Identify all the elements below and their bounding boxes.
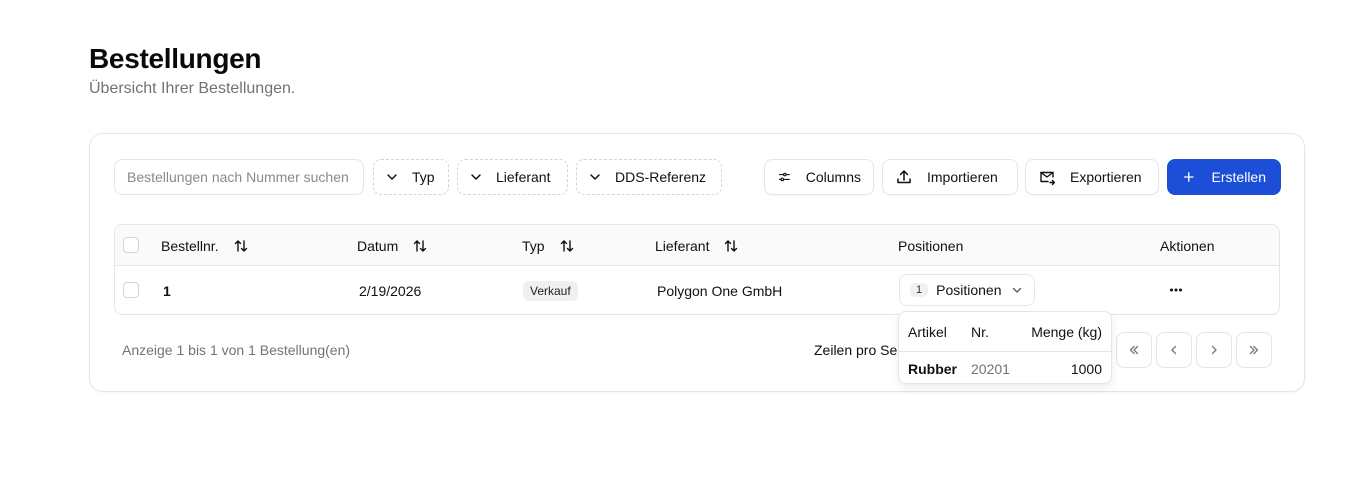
popover-article-number: 20201 bbox=[971, 360, 1010, 377]
column-header-actions: Aktionen bbox=[1160, 225, 1214, 266]
popover-column-quantity: Menge (kg) bbox=[1031, 324, 1102, 340]
row-actions-button[interactable] bbox=[1165, 278, 1187, 302]
filter-type-button[interactable]: Typ bbox=[373, 159, 449, 195]
upload-icon bbox=[897, 170, 911, 184]
chevron-down-icon bbox=[387, 174, 397, 180]
chevrons-right-icon bbox=[1249, 345, 1259, 355]
columns-button[interactable]: Columns bbox=[764, 159, 874, 195]
order-date: 2/19/2026 bbox=[359, 282, 422, 299]
column-header-type[interactable]: Typ bbox=[522, 225, 575, 266]
export-label: Exportieren bbox=[1070, 169, 1142, 185]
sliders-icon bbox=[778, 172, 790, 182]
popover-article: Rubber bbox=[908, 360, 957, 377]
positions-count: 1 bbox=[910, 283, 929, 297]
positions-popover: Artikel Nr. Menge (kg) Rubber 20201 1000 bbox=[898, 311, 1112, 384]
column-header-label: Aktionen bbox=[1160, 237, 1215, 254]
popover-row: Rubber 20201 1000 bbox=[899, 352, 1111, 385]
column-header-positions: Positionen bbox=[898, 225, 963, 266]
column-header-label: Typ bbox=[522, 237, 545, 254]
column-header-number[interactable]: Bestellnr. bbox=[161, 225, 249, 266]
last-page-button[interactable] bbox=[1236, 332, 1272, 368]
type-badge: Verkauf bbox=[523, 280, 578, 301]
positions-label: Positionen bbox=[936, 282, 1002, 298]
popover-header: Artikel Nr. Menge (kg) bbox=[899, 312, 1111, 352]
chevrons-left-icon bbox=[1129, 345, 1139, 355]
column-header-label: Bestellnr. bbox=[161, 237, 219, 254]
import-button[interactable]: Importieren bbox=[882, 159, 1018, 195]
page-subtitle: Übersicht Ihrer Bestellungen. bbox=[89, 80, 296, 97]
sort-icon bbox=[560, 239, 573, 252]
sort-icon bbox=[234, 239, 247, 252]
column-header-label: Datum bbox=[357, 237, 399, 254]
create-button[interactable]: Erstellen bbox=[1167, 159, 1281, 195]
column-header-label: Lieferant bbox=[655, 237, 710, 254]
table-header: Bestellnr. Datum Typ Lieferant Positione… bbox=[115, 225, 1279, 266]
filter-dds-label: DDS-Referenz bbox=[615, 169, 707, 185]
chevron-down-icon bbox=[1012, 287, 1021, 293]
table-row[interactable]: 1 2/19/2026 Verkauf Polygon One GmbH 1 P… bbox=[115, 266, 1279, 315]
first-page-button[interactable] bbox=[1116, 332, 1152, 368]
sort-icon bbox=[414, 239, 427, 252]
popover-quantity: 1000 bbox=[1070, 360, 1102, 377]
page-title: Bestellungen bbox=[89, 43, 262, 74]
filter-dds-button[interactable]: DDS-Referenz bbox=[576, 159, 722, 195]
chevron-down-icon bbox=[471, 174, 481, 180]
columns-label: Columns bbox=[805, 169, 861, 185]
column-header-label: Positionen bbox=[898, 237, 964, 254]
export-button[interactable]: Exportieren bbox=[1025, 159, 1159, 195]
order-number: 1 bbox=[163, 282, 171, 299]
orders-table: Bestellnr. Datum Typ Lieferant Positione… bbox=[114, 224, 1280, 315]
filter-type-label: Typ bbox=[412, 169, 435, 185]
popover-column-article: Artikel bbox=[908, 324, 947, 340]
row-select-checkbox[interactable] bbox=[123, 282, 139, 298]
chevron-right-icon bbox=[1211, 345, 1217, 355]
orders-card: Typ Lieferant DDS-Referenz Columns Impor… bbox=[89, 133, 1305, 392]
search-input[interactable] bbox=[114, 159, 364, 195]
filter-supplier-label: Lieferant bbox=[496, 169, 551, 185]
chevron-down-icon bbox=[590, 174, 600, 180]
previous-page-button[interactable] bbox=[1156, 332, 1192, 368]
order-supplier: Polygon One GmbH bbox=[657, 282, 783, 299]
rows-per-page-label: Zeilen pro Se bbox=[814, 342, 898, 358]
column-header-supplier[interactable]: Lieferant bbox=[655, 225, 739, 266]
filter-supplier-button[interactable]: Lieferant bbox=[457, 159, 568, 195]
create-label: Erstellen bbox=[1211, 169, 1266, 185]
positions-dropdown-button[interactable]: 1 Positionen bbox=[899, 274, 1035, 306]
column-header-date[interactable]: Datum bbox=[357, 225, 428, 266]
popover-column-number: Nr. bbox=[971, 324, 989, 340]
select-all-checkbox[interactable] bbox=[123, 237, 139, 253]
sort-icon bbox=[725, 239, 738, 252]
plus-icon bbox=[1183, 172, 1194, 182]
next-page-button[interactable] bbox=[1196, 332, 1232, 368]
more-horizontal-icon bbox=[1170, 288, 1182, 292]
import-label: Importieren bbox=[927, 169, 998, 185]
mail-export-icon bbox=[1040, 171, 1055, 186]
order-type: Verkauf bbox=[523, 266, 578, 315]
pagination-summary: Anzeige 1 bis 1 von 1 Bestellung(en) bbox=[122, 342, 351, 358]
chevron-left-icon bbox=[1171, 345, 1177, 355]
